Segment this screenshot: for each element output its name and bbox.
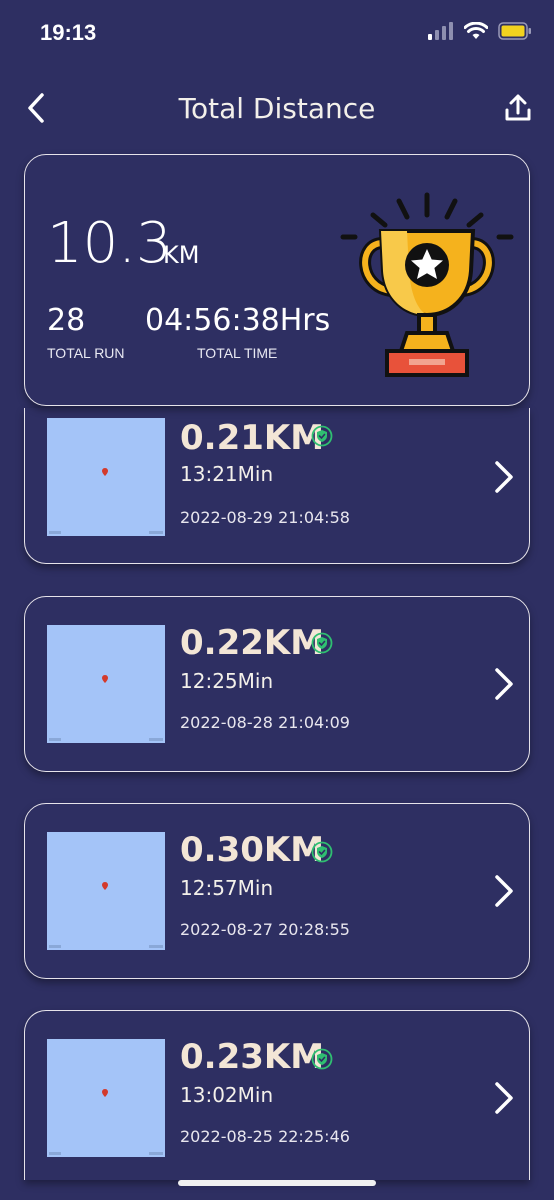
signal-icon <box>428 22 453 40</box>
run-datetime: 2022-08-29 21:04:58 <box>180 508 350 527</box>
run-map-thumbnail <box>47 832 165 950</box>
map-scale <box>149 738 163 741</box>
verified-shield-icon <box>311 1048 333 1070</box>
map-pin-icon <box>102 468 108 476</box>
total-distance-value: 10.3 <box>47 211 172 276</box>
map-scale <box>149 1152 163 1155</box>
run-duration: 12:57Min <box>180 876 274 900</box>
nav-bar: Total Distance <box>0 80 554 140</box>
map-pin-icon <box>102 882 108 890</box>
run-duration: 13:02Min <box>180 1083 274 1107</box>
run-card[interactable]: 0.22KM 12:25Min 2022-08-28 21:04:09 <box>24 596 530 772</box>
run-duration: 12:25Min <box>180 669 274 693</box>
total-time-value: 04:56:38Hrs <box>145 303 331 338</box>
verified-shield-icon <box>311 841 333 863</box>
run-datetime: 2022-08-28 21:04:09 <box>180 713 350 732</box>
share-button[interactable] <box>500 88 536 128</box>
run-card[interactable]: 0.21KM 13:21Min 2022-08-29 21:04:58 <box>24 408 530 564</box>
total-runs-label: TOTAL RUN <box>47 345 125 361</box>
summary-card: 10.3 KM 28 TOTAL RUN 04:56:38Hrs TOTAL T… <box>24 154 530 406</box>
page-title: Total Distance <box>178 92 376 125</box>
share-icon <box>505 94 531 121</box>
total-distance-unit: KM <box>163 241 200 269</box>
verified-shield-icon <box>311 425 333 447</box>
run-datetime: 2022-08-27 20:28:55 <box>180 920 350 939</box>
status-icons <box>428 22 532 40</box>
run-distance: 0.22KM <box>180 623 325 663</box>
map-attribution <box>49 531 61 534</box>
map-scale <box>149 531 163 534</box>
run-duration: 13:21Min <box>180 462 274 486</box>
run-distance: 0.21KM <box>180 418 325 458</box>
run-map-thumbnail <box>47 625 165 743</box>
run-card[interactable]: 0.30KM 12:57Min 2022-08-27 20:28:55 <box>24 803 530 979</box>
run-card[interactable]: 0.23KM 13:02Min 2022-08-25 22:25:46 <box>24 1010 530 1180</box>
home-indicator[interactable] <box>178 1180 376 1186</box>
chevron-right-icon <box>495 875 513 907</box>
total-runs-value: 28 <box>47 303 86 338</box>
map-pin-icon <box>102 675 108 683</box>
verified-shield-icon <box>311 632 333 654</box>
run-datetime: 2022-08-25 22:25:46 <box>180 1127 350 1146</box>
trophy-icon <box>340 192 514 377</box>
wifi-icon <box>464 22 488 39</box>
map-attribution <box>49 945 61 948</box>
map-attribution <box>49 738 61 741</box>
map-attribution <box>49 1152 61 1155</box>
chevron-right-icon <box>495 461 513 493</box>
chevron-right-icon <box>495 668 513 700</box>
run-distance: 0.30KM <box>180 830 325 870</box>
status-bar: 19:13 <box>0 0 554 66</box>
run-map-thumbnail <box>47 1039 165 1157</box>
run-map-thumbnail <box>47 418 165 536</box>
status-time: 19:13 <box>40 20 97 45</box>
map-pin-icon <box>102 1089 108 1097</box>
chevron-right-icon <box>495 1082 513 1114</box>
map-scale <box>149 945 163 948</box>
battery-icon <box>498 22 531 40</box>
total-time-label: TOTAL TIME <box>197 345 278 361</box>
run-distance: 0.23KM <box>180 1037 325 1077</box>
